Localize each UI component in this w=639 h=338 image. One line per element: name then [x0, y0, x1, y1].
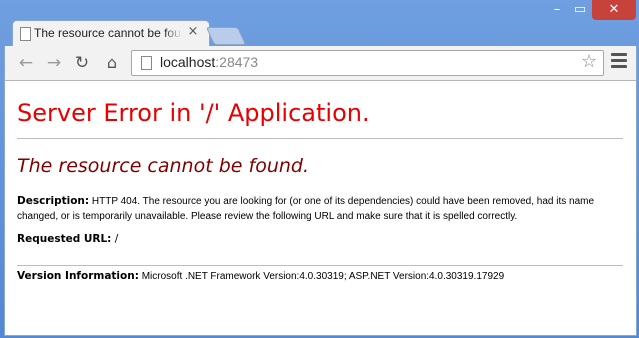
- tab-title[interactable]: The resource cannot be found.: [34, 26, 182, 42]
- new-tab-button[interactable]: [205, 27, 247, 45]
- requested-url: Requested URL: /: [17, 233, 118, 245]
- tab-close-icon[interactable]: ×: [186, 25, 200, 39]
- version-label: Version Information:: [17, 270, 139, 282]
- url-host: localhost: [160, 54, 216, 70]
- error-subtitle: The resource cannot be found.: [17, 155, 310, 177]
- minimize-button[interactable]: –: [546, 0, 568, 20]
- version-information: Version Information: Microsoft .NET Fram…: [17, 270, 623, 282]
- menu-icon[interactable]: [611, 53, 627, 71]
- page-icon: [141, 56, 152, 70]
- bookmark-star-icon[interactable]: ☆: [581, 52, 597, 72]
- divider: [17, 265, 623, 266]
- home-icon[interactable]: ⌂: [101, 52, 123, 74]
- page-viewport: Server Error in '/' Application. The res…: [4, 80, 637, 336]
- requested-url-label: Requested URL:: [17, 233, 112, 245]
- close-window-button[interactable]: ✕: [592, 0, 636, 20]
- divider: [17, 138, 623, 139]
- page-title: Server Error in '/' Application.: [17, 99, 370, 127]
- description-text: HTTP 404. The resource you are looking f…: [17, 196, 595, 222]
- version-text: Microsoft .NET Framework Version:4.0.303…: [141, 271, 505, 282]
- page-icon: [20, 27, 31, 41]
- url-port: :28473: [215, 54, 259, 70]
- requested-url-value: /: [114, 233, 119, 245]
- error-description: Description: HTTP 404. The resource you …: [17, 194, 623, 224]
- address-bar[interactable]: localhost:28473 ☆: [131, 50, 604, 76]
- reload-icon[interactable]: ↻: [71, 52, 93, 74]
- browser-window: The resource cannot be found. × – ▭ ✕ ← …: [0, 0, 639, 338]
- forward-icon[interactable]: →: [43, 52, 65, 74]
- tab-strip: The resource cannot be found. × – ▭ ✕: [0, 0, 639, 47]
- back-icon[interactable]: ←: [15, 52, 37, 74]
- description-label: Description:: [17, 195, 90, 207]
- maximize-button[interactable]: ▭: [568, 0, 592, 20]
- url-text[interactable]: localhost:28473: [160, 54, 258, 70]
- browser-toolbar: ← → ↻ ⌂ localhost:28473 ☆: [4, 46, 637, 80]
